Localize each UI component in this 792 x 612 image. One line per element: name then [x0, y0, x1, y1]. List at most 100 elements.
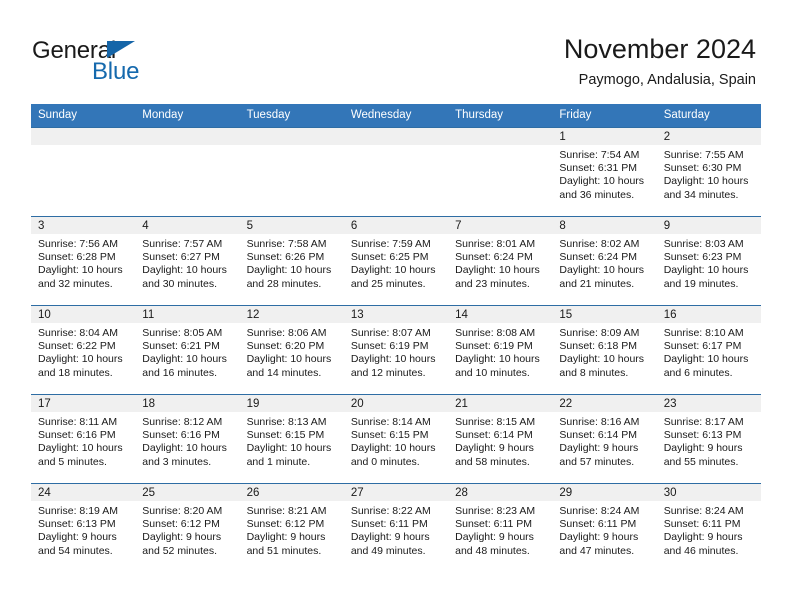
calendar-day-cell[interactable]: 18 Sunrise: 8:12 AM Sunset: 6:16 PM Dayligh… — [135, 394, 240, 484]
day-details: Sunrise: 8:24 AM Sunset: 6:11 PM Daylight:… — [657, 501, 761, 558]
sunset-text: Sunset: 6:14 PM — [455, 429, 533, 442]
calendar-day-cell[interactable]: 22 Sunrise: 8:16 AM Sunset: 6:14 PM Dayligh… — [552, 394, 657, 484]
calendar-day-cell[interactable]: 3 Sunrise: 7:56 AM Sunset: 6:28 PM Daylight… — [31, 216, 136, 306]
calendar-day-cell[interactable]: 23 Sunrise: 8:17 AM Sunset: 6:13 PM Dayligh… — [656, 394, 761, 484]
weekday-header-thursday: Thursday — [448, 104, 553, 128]
day-details: Sunrise: 8:09 AM Sunset: 6:18 PM Daylight:… — [552, 323, 656, 380]
calendar-body: 1 Sunrise: 7:54 AM Sunset: 6:31 PM Daylight… — [31, 127, 761, 573]
sunrise-text: Sunrise: 8:02 AM — [559, 238, 640, 250]
daylight-text-line2: and 5 minutes. — [38, 455, 107, 468]
calendar-day-cell[interactable]: 17 Sunrise: 8:11 AM Sunset: 6:16 PM Dayligh… — [31, 394, 136, 484]
calendar-day-cell[interactable]: 28 Sunrise: 8:23 AM Sunset: 6:11 PM Dayligh… — [448, 483, 553, 573]
calendar-table: Sunday Monday Tuesday Wednesday Thursday… — [31, 104, 761, 573]
sunset-text: Sunset: 6:13 PM — [663, 429, 742, 442]
day-number: 6 — [343, 217, 449, 234]
day-details: Sunrise: 7:54 AM Sunset: 6:31 PM Daylight:… — [552, 145, 656, 202]
calendar-week-row: 17 Sunrise: 8:11 AM Sunset: 6:16 PM Dayligh… — [31, 394, 761, 484]
calendar-day-cell[interactable]: 4 Sunrise: 7:57 AM Sunset: 6:27 PM Daylight… — [135, 216, 240, 306]
daylight-text-line2: and 34 minutes. — [663, 188, 739, 201]
sunset-text: Sunset: 6:18 PM — [559, 340, 638, 353]
day-number: 8 — [552, 217, 657, 234]
calendar-day-cell[interactable]: 5 Sunrise: 7:58 AM Sunset: 6:26 PM Daylight… — [239, 216, 344, 306]
day-details: Sunrise: 8:20 AM Sunset: 6:12 PM Daylight:… — [135, 501, 239, 558]
day-details: Sunrise: 8:11 AM Sunset: 6:16 PM Daylight:… — [31, 412, 135, 469]
sunrise-text: Sunrise: 8:07 AM — [350, 327, 431, 339]
weekday-header-saturday: Saturday — [656, 104, 761, 128]
day-details: Sunrise: 8:04 AM Sunset: 6:22 PM Daylight:… — [31, 323, 135, 380]
daylight-text-line2: and 30 minutes. — [142, 277, 217, 290]
calendar-day-cell[interactable]: 1 Sunrise: 7:54 AM Sunset: 6:31 PM Daylight… — [552, 127, 657, 217]
calendar-day-cell[interactable]: 26 Sunrise: 8:21 AM Sunset: 6:12 PM Dayligh… — [239, 483, 344, 573]
sunrise-text: Sunrise: 8:22 AM — [350, 505, 431, 517]
daylight-text-line2: and 12 minutes. — [350, 366, 426, 379]
calendar-day-cell[interactable]: 7 Sunrise: 8:01 AM Sunset: 6:24 PM Daylight… — [448, 216, 553, 306]
day-number: 30 — [656, 484, 761, 501]
sunrise-text: Sunrise: 8:08 AM — [455, 327, 536, 339]
sunrise-text: Sunrise: 8:24 AM — [559, 505, 640, 517]
calendar-day-cell[interactable]: 21 Sunrise: 8:15 AM Sunset: 6:14 PM Dayligh… — [448, 394, 553, 484]
sunset-text: Sunset: 6:28 PM — [38, 251, 116, 264]
sunrise-text: Sunrise: 8:11 AM — [38, 416, 118, 428]
day-number — [448, 128, 553, 145]
day-details: Sunrise: 8:16 AM Sunset: 6:14 PM Daylight:… — [552, 412, 656, 469]
daylight-text-line1: Daylight: 10 hours — [350, 353, 436, 366]
day-details: Sunrise: 8:21 AM Sunset: 6:12 PM Daylight:… — [240, 501, 344, 558]
day-details: Sunrise: 7:58 AM Sunset: 6:26 PM Daylight:… — [240, 234, 344, 291]
daylight-text-line1: Daylight: 10 hours — [559, 175, 645, 188]
calendar-day-cell[interactable]: 10 Sunrise: 8:04 AM Sunset: 6:22 PM Dayligh… — [31, 305, 136, 395]
daylight-text-line2: and 46 minutes. — [663, 544, 739, 557]
daylight-text-line2: and 10 minutes. — [455, 366, 530, 379]
calendar-day-cell[interactable]: 11 Sunrise: 8:05 AM Sunset: 6:21 PM Dayligh… — [135, 305, 240, 395]
calendar-cell-empty — [135, 127, 240, 217]
day-number: 15 — [552, 306, 657, 323]
daylight-text-line1: Daylight: 10 hours — [663, 175, 749, 188]
daylight-text-line1: Daylight: 10 hours — [350, 442, 436, 455]
sunset-text: Sunset: 6:24 PM — [559, 251, 638, 264]
sunrise-text: Sunrise: 8:20 AM — [142, 505, 223, 517]
calendar-day-cell[interactable]: 29 Sunrise: 8:24 AM Sunset: 6:11 PM Dayligh… — [552, 483, 657, 573]
sunset-text: Sunset: 6:12 PM — [142, 518, 220, 531]
calendar-page: General Blue November 2024 Paymogo, Anda… — [0, 0, 792, 612]
daylight-text-line1: Daylight: 10 hours — [246, 264, 332, 277]
calendar-day-cell[interactable]: 2 Sunrise: 7:55 AM Sunset: 6:30 PM Daylight… — [656, 127, 761, 217]
calendar-day-cell[interactable]: 16 Sunrise: 8:10 AM Sunset: 6:17 PM Dayligh… — [656, 305, 761, 395]
sunrise-text: Sunrise: 8:13 AM — [246, 416, 327, 428]
calendar-day-cell[interactable]: 8 Sunrise: 8:02 AM Sunset: 6:24 PM Daylight… — [552, 216, 657, 306]
day-number — [135, 128, 240, 145]
calendar-day-cell[interactable]: 25 Sunrise: 8:20 AM Sunset: 6:12 PM Dayligh… — [135, 483, 240, 573]
calendar-day-cell[interactable]: 6 Sunrise: 7:59 AM Sunset: 6:25 PM Daylight… — [343, 216, 449, 306]
logo-triangle-icon — [107, 41, 135, 58]
sunset-text: Sunset: 6:11 PM — [350, 518, 428, 531]
day-details: Sunrise: 8:15 AM Sunset: 6:14 PM Daylight:… — [448, 412, 552, 469]
calendar-day-cell[interactable]: 9 Sunrise: 8:03 AM Sunset: 6:23 PM Daylight… — [656, 216, 761, 306]
sunset-text: Sunset: 6:21 PM — [142, 340, 220, 353]
day-number: 25 — [135, 484, 240, 501]
sunrise-text: Sunrise: 8:23 AM — [455, 505, 536, 517]
sunset-text: Sunset: 6:26 PM — [246, 251, 325, 264]
calendar-day-cell[interactable]: 19 Sunrise: 8:13 AM Sunset: 6:15 PM Dayligh… — [239, 394, 344, 484]
calendar-day-cell[interactable]: 27 Sunrise: 8:22 AM Sunset: 6:11 PM Dayligh… — [343, 483, 449, 573]
calendar-day-cell[interactable]: 14 Sunrise: 8:08 AM Sunset: 6:19 PM Dayligh… — [448, 305, 553, 395]
daylight-text-line1: Daylight: 9 hours — [246, 531, 326, 544]
sunset-text: Sunset: 6:13 PM — [38, 518, 116, 531]
day-details: Sunrise: 8:01 AM Sunset: 6:24 PM Daylight:… — [448, 234, 552, 291]
day-number: 29 — [552, 484, 657, 501]
day-number: 4 — [135, 217, 240, 234]
day-details: Sunrise: 8:03 AM Sunset: 6:23 PM Daylight:… — [657, 234, 761, 291]
weekday-header-wednesday: Wednesday — [343, 104, 449, 128]
daylight-text-line2: and 32 minutes. — [38, 277, 113, 290]
sunrise-text: Sunrise: 7:58 AM — [246, 238, 327, 250]
calendar-day-cell[interactable]: 30 Sunrise: 8:24 AM Sunset: 6:11 PM Dayligh… — [656, 483, 761, 573]
daylight-text-line2: and 18 minutes. — [38, 366, 113, 379]
calendar-day-cell[interactable]: 13 Sunrise: 8:07 AM Sunset: 6:19 PM Dayligh… — [343, 305, 449, 395]
general-blue-logo[interactable]: General Blue — [32, 38, 172, 85]
calendar-day-cell[interactable]: 20 Sunrise: 8:14 AM Sunset: 6:15 PM Dayligh… — [343, 394, 449, 484]
day-number: 12 — [239, 306, 344, 323]
calendar-day-cell[interactable]: 24 Sunrise: 8:19 AM Sunset: 6:13 PM Dayligh… — [31, 483, 136, 573]
calendar-cell-empty — [343, 127, 449, 217]
sunrise-text: Sunrise: 8:09 AM — [559, 327, 640, 339]
calendar-day-cell[interactable]: 15 Sunrise: 8:09 AM Sunset: 6:18 PM Dayligh… — [552, 305, 657, 395]
calendar-day-cell[interactable]: 12 Sunrise: 8:06 AM Sunset: 6:20 PM Dayligh… — [239, 305, 344, 395]
day-details: Sunrise: 8:06 AM Sunset: 6:20 PM Daylight:… — [240, 323, 344, 380]
daylight-text-line1: Daylight: 10 hours — [455, 264, 540, 277]
